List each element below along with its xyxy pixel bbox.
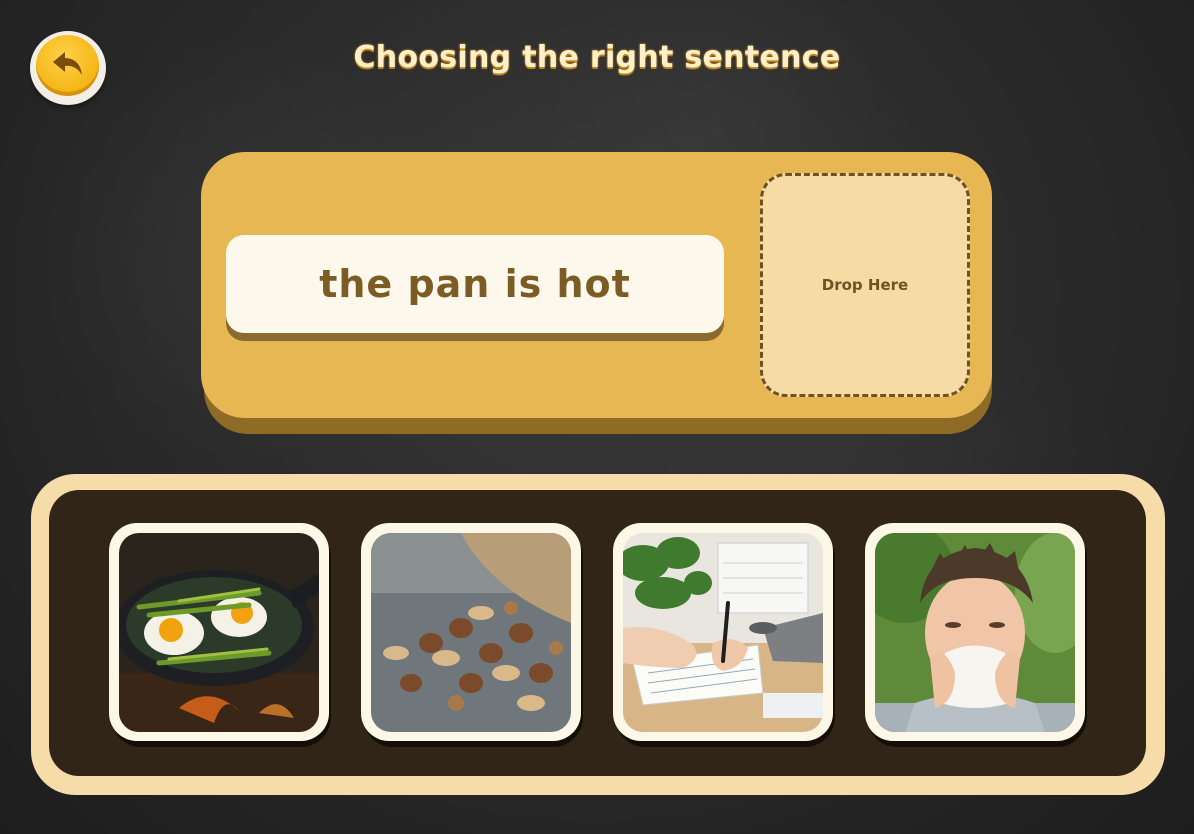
drop-zone-label: Drop Here bbox=[821, 276, 909, 294]
boy-sneezing-tissue-picture bbox=[875, 533, 1075, 732]
eggs-asparagus-in-pan-picture bbox=[119, 533, 319, 732]
choice-card-nuts[interactable] bbox=[361, 523, 581, 741]
drop-zone[interactable]: Drop Here bbox=[760, 173, 970, 397]
choice-card-writing[interactable] bbox=[613, 523, 833, 741]
sentence-text: the pan is hot bbox=[319, 262, 631, 306]
page-title: Choosing the right sentence bbox=[353, 40, 841, 75]
sentence-card[interactable]: the pan is hot bbox=[226, 235, 724, 333]
hands-writing-notebook-picture bbox=[623, 533, 823, 732]
choice-card-sneeze[interactable] bbox=[865, 523, 1085, 741]
choice-card-pan[interactable] bbox=[109, 523, 329, 741]
pile-of-nuts-picture bbox=[371, 533, 571, 732]
